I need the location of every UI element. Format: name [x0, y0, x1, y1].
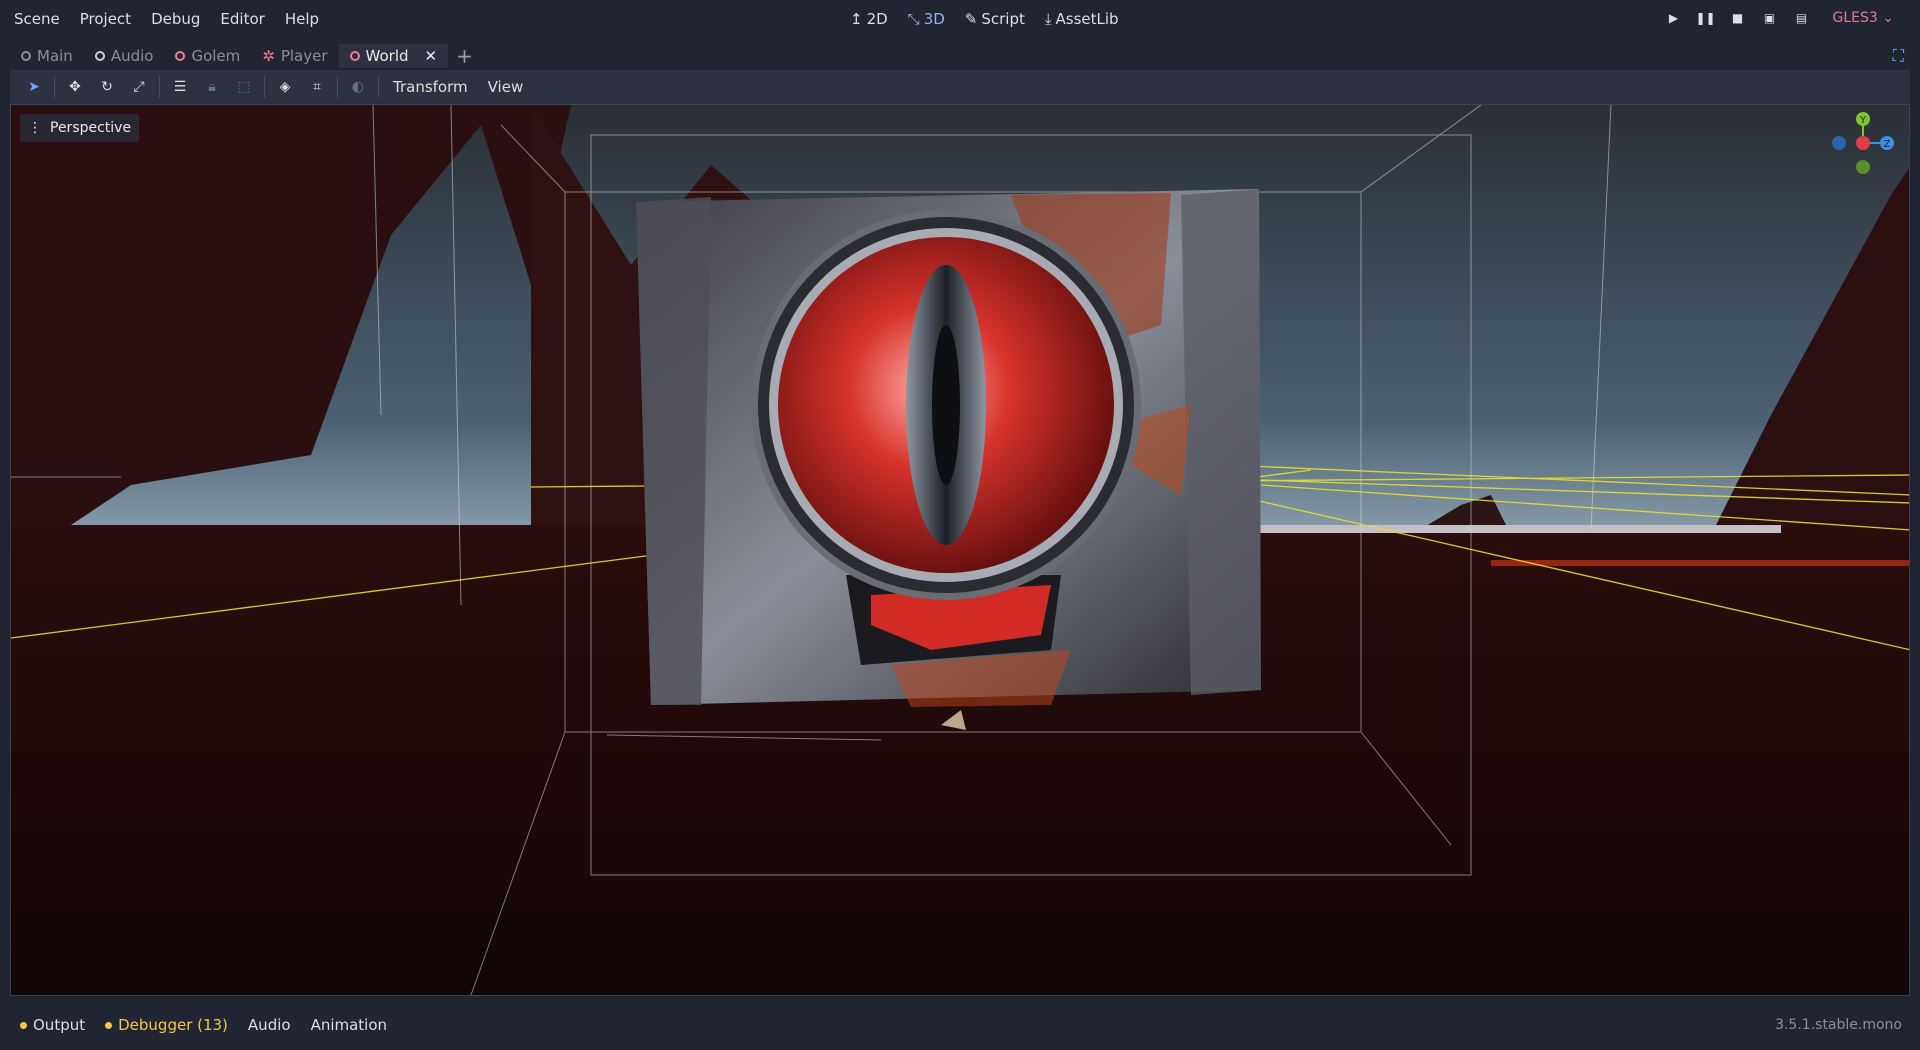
top-bar: Scene Project Debug Editor Help ↥ 2D ⤡ 3D … — [0, 0, 1920, 42]
pause-icon[interactable]: ❚❚ — [1695, 11, 1715, 25]
audio-tab[interactable]: Audio — [238, 1016, 301, 1034]
distraction-free-icon[interactable]: ⛶ — [1893, 46, 1904, 66]
renderer-select[interactable]: GLES3 ⌄ — [1833, 10, 1894, 26]
orientation-gizmo[interactable]: Y Z — [1821, 109, 1901, 179]
mode-2d-button[interactable]: ↥ 2D — [850, 10, 888, 28]
close-icon[interactable]: ✕ — [425, 47, 438, 65]
tab-main[interactable]: Main — [10, 44, 84, 68]
group-icon[interactable]: ⬚ — [228, 73, 260, 101]
tab-player[interactable]: ✲ Player — [251, 44, 338, 68]
add-tab-button[interactable]: + — [456, 44, 473, 68]
2d-icon: ↥ — [850, 10, 863, 28]
separator — [378, 76, 379, 98]
scene-node-icon — [94, 51, 105, 61]
tab-world[interactable]: World ✕ — [338, 44, 449, 68]
status-dot-icon — [105, 1021, 113, 1029]
run-controls: ▶ ❚❚ ■ ▣ ▤ GLES3 ⌄ — [1667, 10, 1894, 26]
snap-icon[interactable]: ⌗ — [301, 73, 333, 101]
play-custom-scene-icon[interactable]: ▤ — [1795, 11, 1809, 25]
svg-text:Z: Z — [1884, 139, 1891, 150]
tab-audio[interactable]: Audio — [84, 44, 165, 68]
scene-node-icon — [21, 51, 31, 61]
mode-script-button[interactable]: ✎ Script — [965, 10, 1025, 28]
mode-3d-button[interactable]: ⤡ 3D — [908, 10, 945, 28]
neg-y-axis-handle[interactable] — [1856, 160, 1870, 174]
scale-mode-icon[interactable]: ⤢ — [123, 73, 155, 101]
spatial-node-icon — [349, 51, 360, 61]
tab-golem[interactable]: Golem — [164, 44, 251, 68]
output-tab[interactable]: Output — [10, 1016, 95, 1034]
view-menu[interactable]: View — [478, 78, 534, 96]
separator — [264, 76, 265, 98]
kinematic-body-icon: ✲ — [262, 47, 275, 65]
script-icon: ✎ — [964, 10, 978, 28]
stop-icon[interactable]: ■ — [1731, 11, 1745, 25]
workspace-switcher: ↥ 2D ⤡ 3D ✎ Script ⤓ AssetLib — [850, 10, 1119, 28]
main-menu: Scene Project Debug Editor Help — [6, 10, 327, 28]
list-select-icon[interactable]: ☰ — [164, 73, 196, 101]
spatial-node-icon — [175, 51, 186, 61]
status-dot-icon — [20, 1021, 27, 1029]
kebab-menu-icon: ⋮ — [28, 120, 42, 136]
menu-help[interactable]: Help — [277, 10, 327, 28]
3d-icon: ⤡ — [907, 10, 920, 28]
bottom-panel-bar: Output Debugger (13) Audio Animation 3.5… — [10, 1010, 1910, 1040]
perspective-menu[interactable]: ⋮ Perspective — [20, 114, 140, 142]
neg-z-axis-handle[interactable] — [1832, 136, 1846, 150]
separator — [159, 76, 160, 98]
transform-menu[interactable]: Transform — [383, 78, 478, 96]
separator — [54, 76, 55, 98]
select-mode-icon[interactable]: ➤ — [18, 73, 50, 101]
3d-viewport[interactable]: ⋮ Perspective Y Z — [10, 104, 1910, 996]
menu-scene[interactable]: Scene — [6, 10, 68, 28]
svg-text:Y: Y — [1859, 115, 1867, 126]
animation-tab[interactable]: Animation — [301, 1016, 397, 1034]
scene-render — [11, 105, 1909, 995]
scene-tabs: Main Audio Golem ✲ Player World ✕ + — [10, 44, 473, 68]
spatial-toolbar: ➤ ✥ ↻ ⤢ ☰ 🔒︎ ⬚ ◈ ⌗ ◐ Transform View — [10, 70, 1910, 104]
version-label: 3.5.1.stable.mono — [1775, 1017, 1902, 1033]
play-scene-icon[interactable]: ▣ — [1763, 11, 1777, 25]
menu-debug[interactable]: Debug — [143, 10, 208, 28]
menu-project[interactable]: Project — [72, 10, 139, 28]
separator — [337, 76, 338, 98]
debugger-tab[interactable]: Debugger (13) — [95, 1016, 238, 1034]
rotate-mode-icon[interactable]: ↻ — [91, 73, 123, 101]
camera-override-icon[interactable]: ◐ — [342, 73, 374, 101]
move-mode-icon[interactable]: ✥ — [59, 73, 91, 101]
mode-assetlib-button[interactable]: ⤓ AssetLib — [1045, 10, 1119, 28]
assetlib-icon: ⤓ — [1044, 10, 1052, 28]
menu-editor[interactable]: Editor — [212, 10, 272, 28]
play-icon[interactable]: ▶ — [1667, 11, 1681, 25]
local-space-icon[interactable]: ◈ — [269, 73, 301, 101]
lock-icon[interactable]: 🔒︎ — [196, 73, 228, 101]
x-axis-handle[interactable] — [1856, 136, 1870, 150]
